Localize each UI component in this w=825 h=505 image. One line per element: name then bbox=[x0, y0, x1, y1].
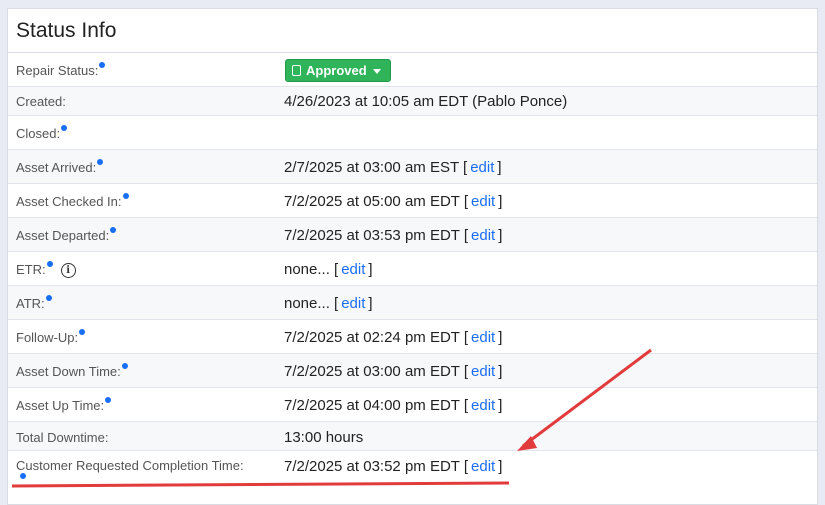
row-label: Customer Requested Completion Time: bbox=[16, 458, 244, 473]
row-value: 7/2/2025 at 03:52 pm EDT [ bbox=[284, 458, 469, 475]
required-dot bbox=[20, 473, 26, 479]
row-label: ATR: bbox=[16, 296, 45, 311]
chevron-down-icon bbox=[372, 69, 381, 75]
row-value: none... [ bbox=[284, 295, 339, 312]
bracket: ] bbox=[368, 261, 373, 278]
bracket: ] bbox=[498, 193, 503, 210]
required-dot bbox=[46, 261, 53, 267]
required-dot bbox=[99, 62, 106, 68]
row-asset-arrived: Asset Arrived: 2/7/2025 at 03:00 am EST … bbox=[8, 150, 817, 184]
row-etr: ETR: i none... [edit] bbox=[8, 252, 817, 286]
row-total-downtime: Total Downtime: 13:00 hours bbox=[8, 422, 817, 451]
row-asset-up-time: Asset Up Time: 7/2/2025 at 04:00 pm EDT … bbox=[8, 388, 817, 422]
edit-link[interactable]: edit bbox=[470, 159, 494, 176]
row-label: Closed: bbox=[16, 126, 61, 141]
edit-link[interactable]: edit bbox=[471, 397, 495, 414]
required-dot bbox=[110, 227, 117, 233]
edit-link[interactable]: edit bbox=[471, 227, 495, 244]
required-dot bbox=[79, 329, 86, 335]
required-dot bbox=[122, 193, 129, 199]
row-asset-down-time: Asset Down Time: 7/2/2025 at 03:00 am ED… bbox=[8, 354, 817, 388]
row-label: Asset Arrived: bbox=[16, 160, 97, 175]
row-label: Asset Down Time: bbox=[16, 364, 121, 379]
row-customer-requested-completion: Customer Requested Completion Time: 7/2/… bbox=[8, 451, 817, 497]
required-dot bbox=[97, 159, 104, 165]
status-value: Approved bbox=[306, 63, 367, 78]
edit-link[interactable]: edit bbox=[341, 295, 365, 312]
row-label: Asset Departed: bbox=[16, 228, 110, 243]
row-asset-checked-in: Asset Checked In: 7/2/2025 at 05:00 am E… bbox=[8, 184, 817, 218]
required-dot bbox=[121, 363, 128, 369]
row-repair-status: Repair Status: Approved bbox=[8, 53, 817, 87]
row-label: Created: bbox=[16, 94, 66, 109]
required-dot bbox=[61, 125, 68, 131]
bracket: ] bbox=[368, 295, 373, 312]
edit-link[interactable]: edit bbox=[471, 363, 495, 380]
panel-title: Status Info bbox=[8, 9, 817, 53]
row-label: Asset Up Time: bbox=[16, 398, 105, 413]
edit-link[interactable]: edit bbox=[471, 458, 495, 475]
edit-link[interactable]: edit bbox=[471, 329, 495, 346]
required-dot bbox=[105, 397, 112, 403]
row-value: 2/7/2025 at 03:00 am EST [ bbox=[284, 159, 468, 176]
edit-link[interactable]: edit bbox=[471, 193, 495, 210]
row-label: ETR: bbox=[16, 262, 46, 277]
row-value: none... [ bbox=[284, 261, 339, 278]
edit-link[interactable]: edit bbox=[341, 261, 365, 278]
bracket: ] bbox=[498, 397, 503, 414]
row-value: 7/2/2025 at 02:24 pm EDT [ bbox=[284, 329, 469, 346]
row-label: Repair Status: bbox=[16, 63, 99, 78]
bracket: ] bbox=[498, 227, 503, 244]
required-dot bbox=[45, 295, 52, 301]
row-closed: Closed: bbox=[8, 116, 817, 150]
repair-status-dropdown[interactable]: Approved bbox=[285, 59, 391, 82]
row-asset-departed: Asset Departed: 7/2/2025 at 03:53 pm EDT… bbox=[8, 218, 817, 252]
row-created: Created: 4/26/2023 at 10:05 am EDT (Pabl… bbox=[8, 87, 817, 116]
row-atr: ATR: none... [edit] bbox=[8, 286, 817, 320]
info-icon[interactable]: i bbox=[60, 263, 76, 279]
status-info-panel: Status Info Repair Status: Approved Crea… bbox=[7, 8, 818, 505]
row-value: 4/26/2023 at 10:05 am EDT (Pablo Ponce) bbox=[284, 93, 568, 110]
clipboard-icon bbox=[292, 65, 301, 77]
bracket: ] bbox=[497, 159, 502, 176]
row-value: 7/2/2025 at 03:00 am EDT [ bbox=[284, 363, 469, 380]
row-value: 7/2/2025 at 04:00 pm EDT [ bbox=[284, 397, 469, 414]
row-follow-up: Follow-Up: 7/2/2025 at 02:24 pm EDT [edi… bbox=[8, 320, 817, 354]
row-value: 7/2/2025 at 05:00 am EDT [ bbox=[284, 193, 469, 210]
row-label: Follow-Up: bbox=[16, 330, 79, 345]
bracket: ] bbox=[498, 363, 503, 380]
row-value: 13:00 hours bbox=[284, 429, 364, 446]
row-label: Asset Checked In: bbox=[16, 194, 122, 209]
row-value: 7/2/2025 at 03:53 pm EDT [ bbox=[284, 227, 469, 244]
bracket: ] bbox=[498, 329, 503, 346]
row-label: Total Downtime: bbox=[16, 430, 109, 445]
bracket: ] bbox=[498, 458, 503, 475]
